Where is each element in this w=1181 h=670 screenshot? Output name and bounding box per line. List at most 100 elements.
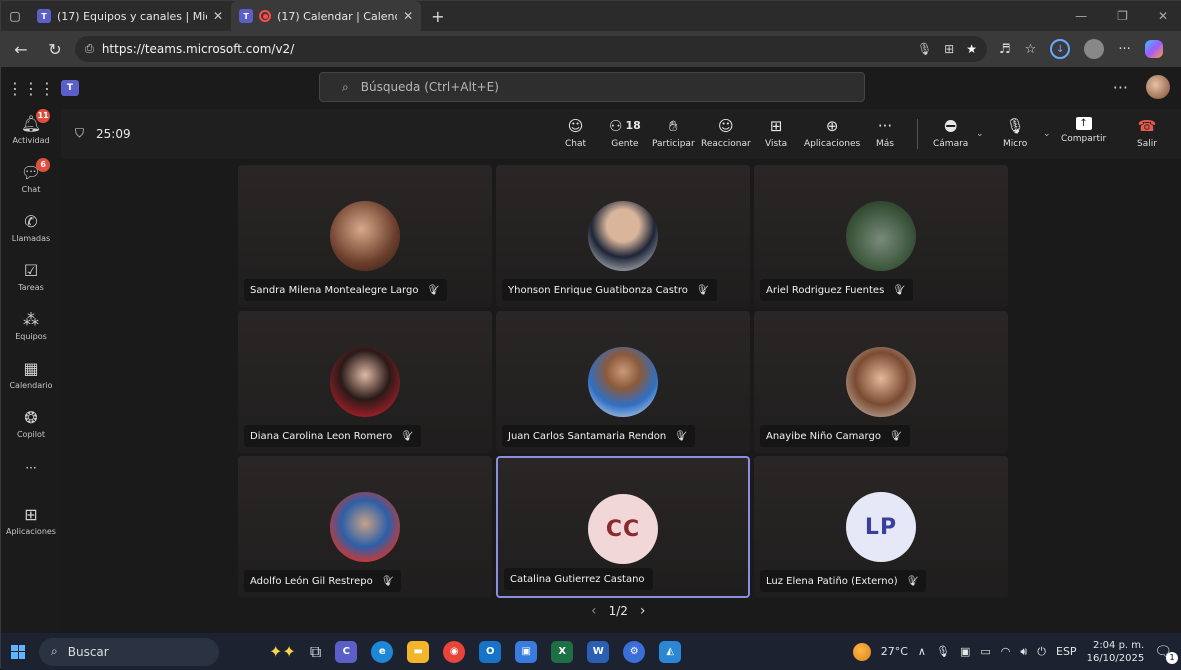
- rail-item-chat[interactable]: 💬︎ 6 Chat: [1, 158, 61, 194]
- taskbar-search[interactable]: ⌕ Buscar: [39, 637, 219, 666]
- copilot-app-icon[interactable]: C: [335, 640, 358, 663]
- edge-app-icon[interactable]: e: [371, 640, 394, 663]
- camera-button[interactable]: ⛔︎ Cámara: [933, 117, 968, 149]
- rail-item-llamadas[interactable]: ✆ Llamadas: [1, 212, 61, 244]
- participant-tile[interactable]: Sandra Milena Montealegre Largo 🎙︎̸: [238, 165, 492, 307]
- view-label: Vista: [765, 139, 788, 149]
- clock[interactable]: 2:04 p. m. 16/10/2025: [1087, 639, 1145, 665]
- more-options-icon[interactable]: ···: [1113, 78, 1128, 97]
- language-indicator[interactable]: ESP: [1056, 645, 1077, 658]
- wifi-icon[interactable]: ◠: [1001, 645, 1011, 658]
- photos-app-icon[interactable]: ◭: [659, 640, 682, 663]
- phone-icon: ✆: [24, 212, 38, 231]
- back-icon[interactable]: ←: [7, 35, 35, 63]
- user-avatar[interactable]: [1146, 75, 1170, 99]
- close-window-icon[interactable]: ✕: [1158, 9, 1168, 23]
- bell-icon: 🔔︎ 11: [20, 109, 51, 133]
- url-field[interactable]: ⎙ https://teams.microsoft.com/v2/ 🎙︎ ⊞ ★: [75, 36, 987, 62]
- browser-tab-equipos[interactable]: T (17) Equipos y canales | Microsoft ✕: [29, 1, 231, 31]
- participant-tile[interactable]: Ariel Rodriguez Fuentes 🎙︎̸: [754, 165, 1008, 307]
- tab-actions-icon[interactable]: ▢: [1, 1, 29, 31]
- people-button[interactable]: ⚇ 18 Gente: [609, 117, 641, 149]
- view-button[interactable]: ⊞ Vista: [765, 117, 787, 149]
- more-button[interactable]: ··· Más: [876, 117, 894, 149]
- close-tab-icon[interactable]: ✕: [213, 9, 223, 23]
- participant-tile[interactable]: Diana Carolina Leon Romero 🎙︎̸: [238, 311, 492, 453]
- mic-options-chevron-icon[interactable]: ⌄: [1043, 129, 1051, 139]
- participant-name: Anayibe Niño Camargo: [766, 430, 881, 442]
- participant-tile-speaking[interactable]: CC Catalina Gutierrez Castano: [496, 456, 750, 598]
- rail-item-copilot[interactable]: ❂ Copilot: [1, 409, 61, 440]
- mic-muted-icon: 🎙︎̸: [380, 575, 394, 587]
- copilot-browser-icon[interactable]: [1144, 40, 1163, 58]
- minimize-icon[interactable]: —: [1075, 9, 1087, 23]
- close-tab-icon[interactable]: ✕: [403, 9, 413, 23]
- volume-icon[interactable]: 🔊︎: [1020, 645, 1027, 659]
- raise-hand-button[interactable]: ✋︎ Participar: [652, 117, 695, 149]
- weather-icon[interactable]: [852, 642, 871, 661]
- raise-hand-icon: ✋︎: [669, 117, 678, 135]
- rail-item-equipos[interactable]: ⁂ Equipos: [1, 311, 61, 342]
- reader-view-icon[interactable]: ⊞: [944, 42, 954, 56]
- rail-item-aplicaciones[interactable]: ⊞ Aplicaciones: [1, 506, 61, 537]
- browser-toolbar: ♬ ☆ ↓ ···: [993, 39, 1163, 59]
- restore-icon[interactable]: ❐: [1117, 9, 1128, 23]
- apps-button[interactable]: ⊕ Aplicaciones: [804, 117, 860, 149]
- excel-app-icon[interactable]: X: [551, 640, 574, 663]
- react-button[interactable]: ☺ Reaccionar: [701, 117, 751, 149]
- temperature[interactable]: 27°C: [881, 645, 908, 658]
- notifications-icon[interactable]: 🗨︎ 1: [1154, 644, 1178, 664]
- task-view-icon[interactable]: ⧉: [310, 642, 321, 662]
- sparkle-icon[interactable]: ✦✦: [269, 642, 296, 661]
- refresh-icon[interactable]: ↻: [41, 35, 69, 63]
- profile-icon[interactable]: [1084, 39, 1105, 59]
- participant-nametag: Luz Elena Patiño (Externo) 🎙︎̸: [760, 570, 927, 592]
- participant-tile[interactable]: Adolfo León Gil Restrepo 🎙︎̸: [238, 456, 492, 598]
- favorite-star-icon[interactable]: ★: [966, 42, 977, 56]
- settings-more-icon[interactable]: ···: [1118, 42, 1130, 57]
- chrome-app-icon[interactable]: ◉: [443, 640, 466, 663]
- mic-permission-icon[interactable]: 🎙︎: [917, 42, 932, 56]
- outlook-app-icon[interactable]: O: [479, 640, 502, 663]
- participant-tile[interactable]: LP Luz Elena Patiño (Externo) 🎙︎̸: [754, 456, 1008, 598]
- camera-options-chevron-icon[interactable]: ⌄: [976, 129, 984, 139]
- rail-item-more[interactable]: ···: [1, 461, 61, 475]
- participant-avatar: [846, 201, 916, 271]
- next-page-icon[interactable]: ›: [640, 603, 646, 619]
- chat-button[interactable]: ☺ Chat: [565, 117, 586, 149]
- participant-nametag: Yhonson Enrique Guatibonza Castro 🎙︎̸: [502, 279, 717, 301]
- rail-label: Chat: [21, 185, 41, 194]
- mic-tray-icon[interactable]: 🎙︎: [936, 645, 950, 658]
- calendar-icon: ▦: [23, 359, 39, 378]
- extensions-icon[interactable]: ♬: [999, 42, 1011, 57]
- rail-item-calendario[interactable]: ▦ Calendario: [1, 359, 61, 391]
- show-hidden-icons-chevron-icon[interactable]: ∧: [918, 645, 926, 658]
- store-app-icon[interactable]: ▣: [515, 640, 538, 663]
- power-icon[interactable]: ⏻: [1037, 645, 1046, 659]
- toolbar-divider: [917, 119, 918, 149]
- participant-tile[interactable]: Anayibe Niño Camargo 🎙︎̸: [754, 311, 1008, 453]
- settings-app-icon[interactable]: ⚙: [623, 640, 646, 663]
- site-info-icon[interactable]: ⎙: [85, 42, 94, 56]
- download-icon[interactable]: ↓: [1050, 39, 1071, 59]
- rail-item-tareas[interactable]: ☑ Tareas: [1, 262, 61, 293]
- start-button[interactable]: [1, 644, 35, 659]
- new-tab-button[interactable]: +: [421, 7, 454, 26]
- share-button[interactable]: ↑ Compartir: [1061, 117, 1106, 144]
- rail-item-actividad[interactable]: 🔔︎ 11 Actividad: [1, 109, 61, 145]
- app-tray-icon[interactable]: ▣: [960, 645, 970, 658]
- browser-tab-calendar[interactable]: T (17) Calendar | Calendar | Mic ✕: [231, 1, 422, 31]
- mic-button[interactable]: 🎙︎ Micro: [1003, 117, 1027, 149]
- word-app-icon[interactable]: W: [587, 640, 610, 663]
- teams-header: ⋮⋮⋮ T ⌕ Búsqueda (Ctrl+Alt+E) ···: [1, 67, 1181, 109]
- previous-page-icon[interactable]: ‹: [591, 603, 597, 619]
- app-launcher-icon[interactable]: ⋮⋮⋮: [1, 79, 61, 98]
- favorites-icon[interactable]: ☆: [1025, 42, 1037, 57]
- file-explorer-app-icon[interactable]: ▬: [407, 640, 430, 663]
- battery-icon[interactable]: ▭: [980, 645, 990, 658]
- participant-tile[interactable]: Juan Carlos Santamaria Rendon 🎙︎̸: [496, 311, 750, 453]
- leave-button[interactable]: ☎ Salir: [1137, 117, 1157, 149]
- participant-tile[interactable]: Yhonson Enrique Guatibonza Castro 🎙︎̸: [496, 165, 750, 307]
- participant-name: Yhonson Enrique Guatibonza Castro: [508, 284, 688, 296]
- search-input[interactable]: ⌕ Búsqueda (Ctrl+Alt+E): [319, 72, 865, 102]
